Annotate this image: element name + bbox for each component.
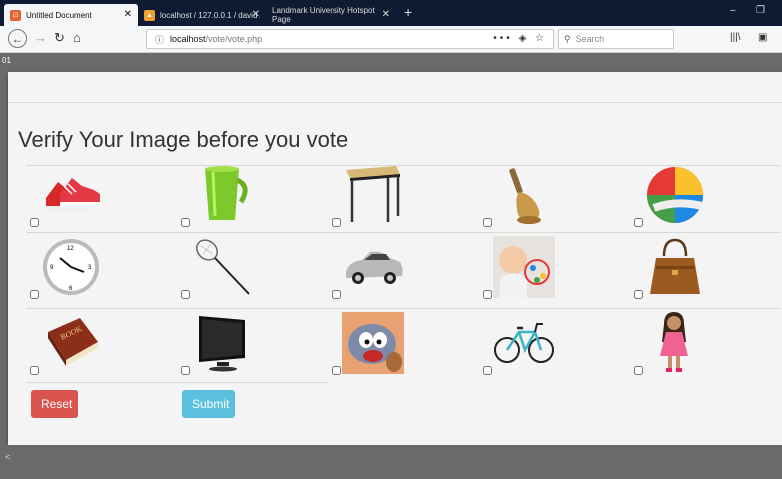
vote-checkbox[interactable]	[634, 218, 643, 227]
page-title: Verify Your Image before you vote	[18, 127, 349, 152]
vote-option	[332, 310, 482, 385]
vote-checkbox[interactable]	[181, 366, 190, 375]
tab-title: localhost / 127.0.0.1 / david / i	[160, 10, 260, 20]
reload-icon[interactable]: ↻	[54, 30, 65, 46]
baby-icon	[493, 236, 555, 298]
vote-checkbox[interactable]	[483, 366, 492, 375]
vote-option	[30, 162, 180, 237]
table-icon	[346, 166, 400, 222]
search-placeholder: Search	[575, 34, 605, 44]
page-top-backdrop	[0, 54, 782, 72]
vote-checkbox[interactable]	[634, 366, 643, 375]
debug-output-text: 01	[2, 56, 11, 65]
svg-text:12: 12	[67, 246, 74, 252]
ball-icon	[647, 167, 703, 223]
tab-strip: ⊡ Untitled Document ✕ ▲ localhost / 127.…	[0, 0, 782, 26]
vote-checkbox[interactable]	[30, 290, 39, 299]
book-icon: BOOK	[48, 318, 98, 366]
tab-phpmyadmin[interactable]: ▲ localhost / 127.0.0.1 / david / i ✕	[138, 4, 266, 26]
vote-checkbox[interactable]	[332, 290, 341, 299]
vote-option	[634, 234, 782, 309]
bell-icon	[509, 168, 541, 224]
tab-hotspot-page[interactable]: Landmark University Hotspot Page ✕	[266, 4, 396, 26]
vote-checkbox[interactable]	[483, 290, 492, 299]
close-tab-icon[interactable]: ✕	[382, 9, 390, 20]
divider	[8, 102, 782, 103]
vote-option	[332, 162, 482, 237]
search-input[interactable]: ⚲ Search	[558, 29, 674, 49]
vote-option	[181, 310, 331, 385]
close-tab-icon[interactable]: ✕	[124, 9, 132, 20]
vote-option	[483, 234, 633, 309]
cartoon-icon	[342, 312, 404, 374]
new-tab-button[interactable]: +	[404, 4, 412, 20]
vote-option: BOOK	[30, 310, 180, 385]
sneakers-icon	[46, 178, 100, 211]
navigation-toolbar: ← → ↻ ⌂ ⓘ localhost/vote/vote.php ••• ◈ …	[0, 26, 782, 53]
vote-option	[483, 162, 633, 237]
page-actions-icon[interactable]: ••• ◈ ☆	[493, 33, 547, 44]
search-icon: ⚲	[564, 33, 571, 44]
page-favicon-icon: ⊡	[10, 9, 21, 21]
vote-option: 12 3 6 9	[30, 234, 180, 309]
vote-checkbox[interactable]	[483, 218, 492, 227]
bicycle-icon	[494, 323, 554, 363]
vote-option	[634, 310, 782, 385]
vote-option	[181, 162, 331, 237]
car-icon	[346, 251, 403, 284]
doll-icon	[660, 312, 688, 372]
url-host: localhost	[170, 34, 206, 44]
sidebar-icon[interactable]: ▣	[758, 32, 767, 43]
restore-icon[interactable]: ❐	[756, 5, 765, 16]
vote-option	[181, 234, 331, 309]
forward-arrow-icon[interactable]: →	[34, 30, 47, 45]
monitor-icon	[199, 316, 245, 372]
home-icon[interactable]: ⌂	[73, 30, 81, 45]
tab-untitled-document[interactable]: ⊡ Untitled Document ✕	[4, 4, 138, 26]
vote-checkbox[interactable]	[332, 218, 341, 227]
url-path: /vote/vote.php	[205, 34, 263, 44]
vote-checkbox[interactable]	[634, 290, 643, 299]
racket-icon	[196, 239, 250, 295]
library-icon[interactable]: |||\	[730, 32, 741, 43]
tab-title: Landmark University Hotspot Page	[272, 6, 375, 24]
minimize-icon[interactable]: –	[730, 5, 736, 16]
vote-option	[483, 310, 633, 385]
url-bar[interactable]: ⓘ localhost/vote/vote.php ••• ◈ ☆	[146, 29, 554, 49]
vote-checkbox[interactable]	[332, 366, 341, 375]
site-info-icon[interactable]: ⓘ	[155, 33, 164, 46]
tab-title: Untitled Document	[26, 10, 92, 20]
vote-option	[332, 234, 482, 309]
phpmyadmin-favicon-icon: ▲	[144, 9, 155, 21]
clock-icon: 12 3 6 9	[43, 239, 99, 295]
vote-page: Verify Your Image before you vote 12 3 6…	[8, 72, 782, 445]
reset-button[interactable]: Reset	[31, 390, 78, 418]
mug-icon	[205, 166, 248, 220]
vote-checkbox[interactable]	[181, 218, 190, 227]
submit-button[interactable]: Submit	[182, 390, 235, 418]
vote-option	[634, 162, 782, 237]
vote-checkbox[interactable]	[30, 366, 39, 375]
handbag-icon	[650, 238, 700, 294]
scroll-left-icon[interactable]: <	[5, 452, 10, 462]
vote-checkbox[interactable]	[181, 290, 190, 299]
back-arrow-icon[interactable]: ←	[8, 29, 27, 48]
vote-checkbox[interactable]	[30, 218, 39, 227]
page-bottom-backdrop	[0, 445, 782, 479]
close-tab-icon[interactable]: ✕	[252, 9, 260, 20]
